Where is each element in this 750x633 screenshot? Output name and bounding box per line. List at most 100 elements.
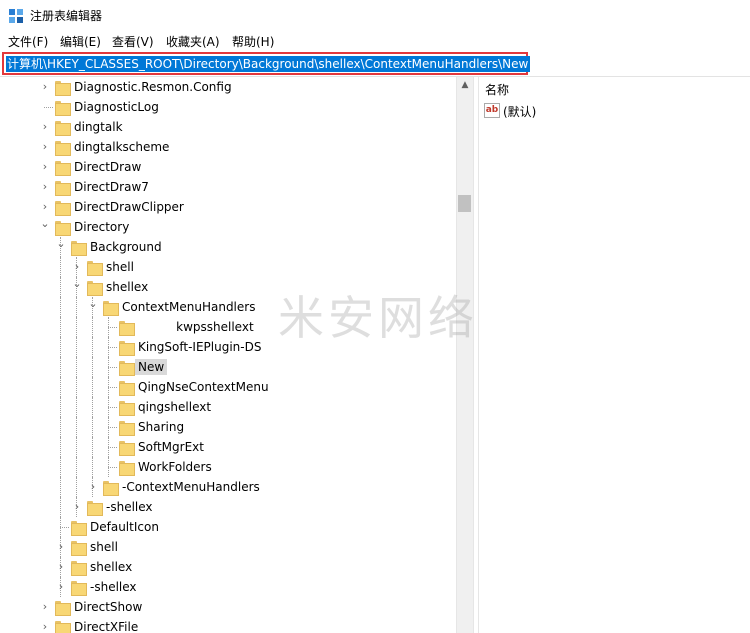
tree-node[interactable]: KingSoft-IEPlugin-DS	[0, 337, 456, 357]
tree-node[interactable]: SoftMgrExt	[0, 437, 456, 457]
menu-file[interactable]: 文件(F)	[8, 33, 48, 50]
chevron-right-icon[interactable]: ›	[40, 121, 50, 132]
tree-node[interactable]: › shell	[0, 257, 456, 277]
tree-guide-line	[76, 397, 77, 417]
tree-node[interactable]: ⌄ ContextMenuHandlers	[0, 297, 456, 317]
tree-node-label[interactable]: DirectDraw	[71, 159, 144, 175]
chevron-right-icon[interactable]: ›	[40, 601, 50, 612]
chevron-right-icon[interactable]: ›	[40, 201, 50, 212]
tree-node-label[interactable]: Sharing	[135, 419, 187, 435]
tree-node[interactable]: WorkFolders	[0, 457, 456, 477]
chevron-right-icon[interactable]: ›	[40, 141, 50, 152]
tree-node-label[interactable]: DirectDraw7	[71, 179, 152, 195]
tree-node-label[interactable]: Directory	[71, 219, 132, 235]
folder-icon	[119, 360, 135, 376]
tree-node-label[interactable]: shell	[103, 259, 137, 275]
tree-node[interactable]: QingNseContextMenu	[0, 377, 456, 397]
address-path[interactable]: 计算机\HKEY_CLASSES_ROOT\Directory\Backgrou…	[6, 56, 531, 72]
tree-node-label[interactable]: Diagnostic.Resmon.Config	[71, 79, 235, 95]
tree-node[interactable]: kwpsshellext	[0, 317, 456, 337]
tree-node-label[interactable]: Background	[87, 239, 165, 255]
folder-icon	[71, 520, 87, 536]
tree-node[interactable]: qingshellext	[0, 397, 456, 417]
chevron-right-icon[interactable]: ›	[40, 81, 50, 92]
tree-node[interactable]: ⌄ shellex	[0, 277, 456, 297]
chevron-right-icon[interactable]: ›	[40, 181, 50, 192]
tree-node[interactable]: › DirectDraw	[0, 157, 456, 177]
tree-node-label[interactable]: shellex	[87, 559, 135, 575]
tree-node-label[interactable]: QingNseContextMenu	[135, 379, 272, 395]
chevron-right-icon[interactable]: ›	[88, 481, 98, 492]
tree-node[interactable]: › dingtalk	[0, 117, 456, 137]
tree-node-label[interactable]: kwpsshellext	[135, 319, 257, 335]
tree-node[interactable]: ⌄ Directory	[0, 217, 456, 237]
tree-node-label[interactable]: shellex	[103, 279, 151, 295]
tree-node[interactable]: DefaultIcon	[0, 517, 456, 537]
tree-node-label[interactable]: WorkFolders	[135, 459, 215, 475]
tree-node[interactable]: › Diagnostic.Resmon.Config	[0, 77, 456, 97]
scroll-thumb[interactable]	[458, 195, 471, 212]
tree-node-label[interactable]: dingtalkscheme	[71, 139, 172, 155]
folder-icon	[119, 340, 135, 356]
tree-node-label[interactable]: dingtalk	[71, 119, 126, 135]
values-pane[interactable]: 名称 ab (默认)	[479, 77, 750, 633]
tree-node-label[interactable]: -ContextMenuHandlers	[119, 479, 263, 495]
tree-scrollbar[interactable]: ▲	[456, 77, 473, 633]
chevron-right-icon[interactable]: ›	[40, 621, 50, 632]
tree-node-label[interactable]: KingSoft-IEPlugin-DS	[135, 339, 264, 355]
tree-guide-line	[108, 327, 117, 328]
registry-tree[interactable]: › Diagnostic.Resmon.Config DiagnosticLog › d…	[0, 77, 456, 633]
tree-guide-line	[92, 337, 93, 357]
tree-node-label[interactable]: shell	[87, 539, 121, 555]
tree-node[interactable]: › -shellex	[0, 497, 456, 517]
menu-edit[interactable]: 编辑(E)	[60, 33, 101, 50]
menu-view[interactable]: 查看(V)	[112, 33, 154, 50]
tree-node-label[interactable]: -shellex	[87, 579, 140, 595]
address-bar[interactable]: 计算机\HKEY_CLASSES_ROOT\Directory\Backgrou…	[2, 52, 531, 75]
menu-help[interactable]: 帮助(H)	[232, 33, 274, 50]
column-header-name[interactable]: 名称	[485, 81, 509, 98]
tree-node[interactable]: › DirectDraw7	[0, 177, 456, 197]
tree-guide-line	[60, 477, 61, 497]
tree-node[interactable]: › -ContextMenuHandlers	[0, 477, 456, 497]
tree-node[interactable]: › shell	[0, 537, 456, 557]
tree-guide-line	[76, 317, 77, 337]
tree-node-label[interactable]: DirectShow	[71, 599, 145, 615]
menu-favorites[interactable]: 收藏夹(A)	[166, 33, 220, 50]
chevron-right-icon[interactable]: ›	[40, 161, 50, 172]
tree-node[interactable]: Sharing	[0, 417, 456, 437]
tree-guide-line	[108, 367, 117, 368]
tree-guide-line	[108, 427, 117, 428]
tree-node[interactable]: › dingtalkscheme	[0, 137, 456, 157]
tree-node[interactable]: › -shellex	[0, 577, 456, 597]
tree-node-label[interactable]: DirectXFile	[71, 619, 141, 633]
tree-node-label[interactable]: DirectDrawClipper	[71, 199, 187, 215]
tree-node[interactable]: › DirectShow	[0, 597, 456, 617]
chevron-down-icon[interactable]: ⌄	[40, 218, 50, 229]
chevron-right-icon[interactable]: ›	[72, 501, 82, 512]
tree-node-label[interactable]: -shellex	[103, 499, 156, 515]
chevron-down-icon[interactable]: ⌄	[56, 238, 66, 249]
regedit-icon	[9, 9, 23, 23]
tree-node[interactable]: DiagnosticLog	[0, 97, 456, 117]
tree-node[interactable]: › DirectDrawClipper	[0, 197, 456, 217]
tree-node-label[interactable]: DefaultIcon	[87, 519, 162, 535]
tree-node[interactable]: › DirectXFile	[0, 617, 456, 633]
tree-node-label[interactable]: DiagnosticLog	[71, 99, 162, 115]
chevron-down-icon[interactable]: ⌄	[72, 278, 82, 289]
tree-node-label[interactable]: qingshellext	[135, 399, 214, 415]
folder-icon	[87, 280, 103, 296]
tree-node-label[interactable]: ContextMenuHandlers	[119, 299, 258, 315]
scroll-up-arrow-icon[interactable]: ▲	[457, 77, 473, 93]
chevron-down-icon[interactable]: ⌄	[88, 298, 98, 309]
tree-node[interactable]: ⌄ Background	[0, 237, 456, 257]
tree-guide-line	[108, 387, 117, 388]
chevron-right-icon[interactable]: ›	[56, 581, 66, 592]
tree-node-label[interactable]: SoftMgrExt	[135, 439, 207, 455]
chevron-right-icon[interactable]: ›	[72, 261, 82, 272]
tree-node[interactable]: › shellex	[0, 557, 456, 577]
tree-node-label[interactable]: New	[135, 359, 168, 375]
chevron-right-icon[interactable]: ›	[56, 541, 66, 552]
tree-node[interactable]: New	[0, 357, 456, 377]
chevron-right-icon[interactable]: ›	[56, 561, 66, 572]
